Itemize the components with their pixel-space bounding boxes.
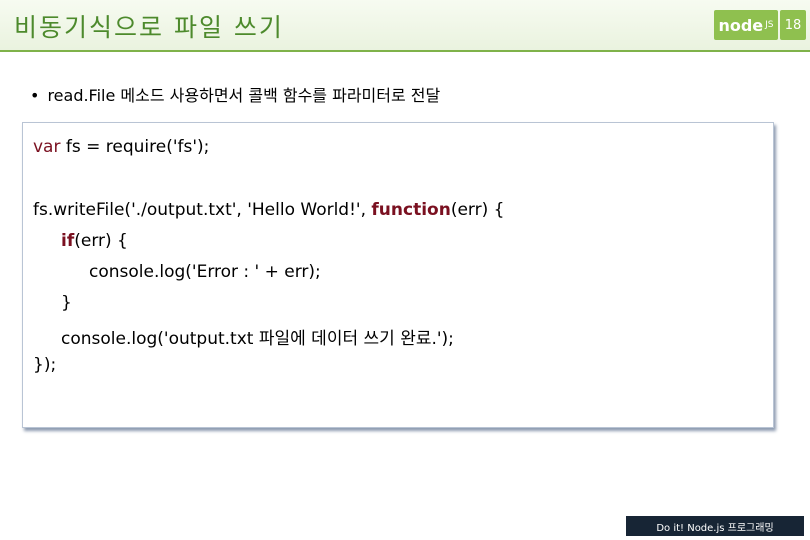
bullet-point: • read.File 메소드 사용하면서 콜백 함수를 파라미터로 전달 (30, 82, 440, 106)
code-line-6: console.log('output.txt 파일에 데이터 쓰기 완료.')… (61, 329, 454, 349)
code-text: fs.writeFile('./output.txt', 'Hello Worl… (33, 200, 372, 220)
code-line-1: var fs = require('fs'); (33, 137, 209, 157)
code-text: (err) { (74, 231, 128, 251)
code-line-5: } (61, 293, 72, 313)
code-line-2: fs.writeFile('./output.txt', 'Hello Worl… (33, 200, 504, 220)
code-line-7: }); (33, 355, 57, 375)
nodejs-logo: node JS (714, 10, 778, 40)
logo-text: node (718, 15, 764, 35)
logo-suffix: JS (765, 20, 774, 30)
code-block: var fs = require('fs'); fs.writeFile('./… (22, 122, 774, 428)
slide-title: 비동기식으로 파일 쓰기 (14, 13, 284, 42)
code-keyword: var (33, 137, 61, 157)
code-line-3: if(err) { (61, 231, 128, 251)
code-keyword: if (61, 231, 75, 251)
code-text: fs = require('fs'); (60, 137, 210, 157)
footer-label: Do it! Node.js 프로그래밍 (626, 516, 804, 536)
code-keyword: function (371, 200, 451, 220)
bullet-text: read.File 메소드 사용하면서 콜백 함수를 파라미터로 전달 (47, 86, 441, 105)
slide-header: 비동기식으로 파일 쓰기 node JS 18 (0, 0, 810, 52)
bullet-icon: • (30, 86, 40, 105)
code-line-4: console.log('Error : ' + err); (89, 262, 321, 282)
page-number: 18 (780, 10, 806, 40)
code-text: (err) { (450, 200, 505, 220)
